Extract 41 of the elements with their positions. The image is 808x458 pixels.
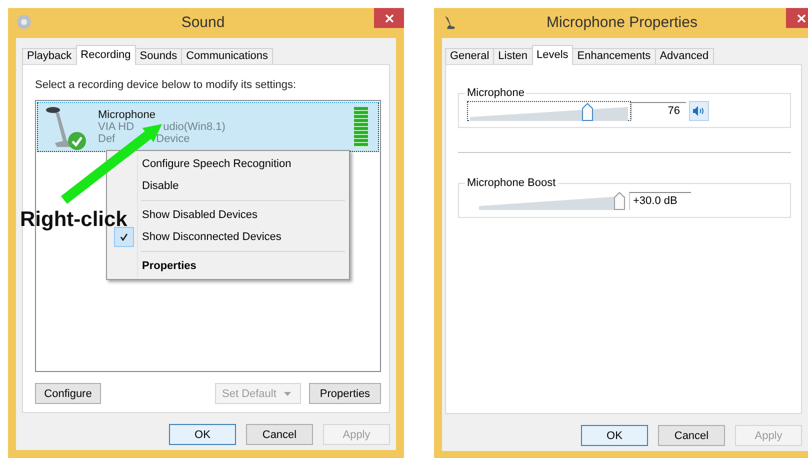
device-status: Device [156,133,190,145]
close-icon [796,14,806,22]
action-button[interactable]: Configure [35,383,101,404]
dialog-button[interactable]: OK [581,425,648,446]
window-title: Microphone Properties [546,13,698,33]
dialog-button[interactable]: Cancel [246,424,313,445]
tab[interactable]: Playback [22,48,77,64]
close-button[interactable] [374,8,404,28]
menu-item[interactable]: Disable [109,175,347,197]
microphone-icon [442,14,458,30]
device-driver: udio(Win8.1) [163,121,226,133]
dialog-button[interactable]: Cancel [658,425,725,446]
close-icon [384,14,394,22]
mute-button[interactable] [689,101,709,121]
slider-thumb[interactable] [582,103,593,121]
boost-slider[interactable] [477,191,627,211]
menu-item[interactable]: Properties [109,255,347,277]
tab[interactable]: Recording [76,45,136,65]
tab[interactable]: Levels [532,45,574,65]
tab[interactable]: General [445,48,494,64]
menu-item[interactable]: Configure Speech Recognition [109,153,347,175]
window-title: Sound [180,13,226,33]
value-field[interactable]: +30.0 dB [629,192,691,210]
level-meter [354,107,368,147]
device-status: Def [98,133,116,145]
value-field[interactable]: 76 [631,102,686,120]
device-driver: VIA HD [98,121,134,133]
close-button[interactable] [786,8,808,28]
action-button[interactable]: Properties [309,383,381,404]
volume-slider[interactable] [467,101,631,121]
slider-thumb[interactable] [614,192,625,210]
check-icon [120,233,128,241]
instruction-text: Select a recording device below to modify its settings: [35,79,298,91]
device-name: Microphone [98,109,156,121]
tab[interactable]: Advanced [654,48,714,64]
dialog-button[interactable]: OK [169,424,236,445]
tab[interactable]: Communications [181,48,274,64]
group-label: Microphone [466,87,526,99]
group-label: Microphone Boost [466,177,557,189]
device-row[interactable]: Microphone VIA HD udio(Win8.1) Def Device [37,102,379,152]
caret-icon [284,392,292,396]
